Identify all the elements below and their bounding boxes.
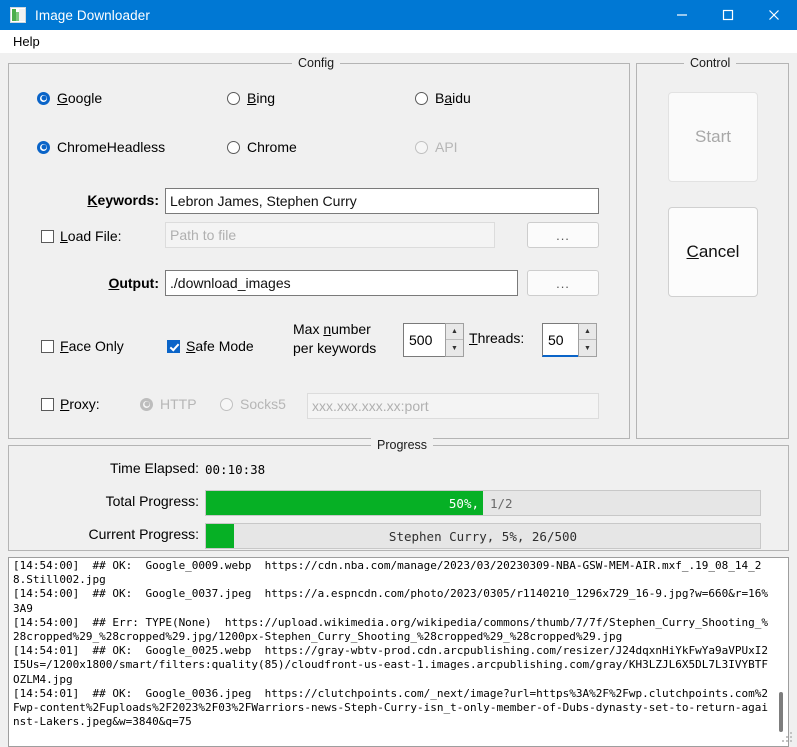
control-group-title: Control xyxy=(684,56,737,70)
threads-spinbox[interactable]: 50 ▲ ▼ xyxy=(542,323,597,357)
radio-google[interactable]: Google xyxy=(37,90,102,106)
menubar: Help xyxy=(0,30,797,53)
radio-chrome-label: Chrome xyxy=(247,139,297,155)
output-input[interactable]: ./download_images xyxy=(165,270,518,296)
max-number-spin-arrows[interactable]: ▲ ▼ xyxy=(445,323,464,357)
radio-dot-icon xyxy=(415,91,428,105)
radio-dot-icon xyxy=(37,140,50,154)
max-number-label: Max number per keywords xyxy=(293,321,377,356)
load-file-checkbox[interactable]: Load File: xyxy=(41,228,122,244)
radio-proxy-socks5-label: Socks5 xyxy=(240,396,286,412)
config-group-title: Config xyxy=(292,56,341,70)
radio-dot-icon xyxy=(140,397,153,411)
radio-chromeheadless-label: ChromeHeadless xyxy=(57,139,166,155)
time-elapsed-value: 00:10:38 xyxy=(205,462,266,477)
start-button[interactable]: Start xyxy=(668,92,758,182)
checkbox-icon xyxy=(41,229,54,243)
total-progress-label: Total Progress: xyxy=(105,493,199,509)
radio-baidu-label: Baidu xyxy=(435,90,471,106)
radio-google-label: Google xyxy=(57,90,103,106)
load-file-input[interactable]: Path to file xyxy=(165,222,495,248)
image-icon xyxy=(10,7,26,23)
log-scrollbar-thumb[interactable] xyxy=(779,692,783,732)
total-progress-count: 1/2 xyxy=(490,495,513,511)
current-progress-text: Stephen Curry, 5%, 26/500 xyxy=(388,528,578,544)
radio-chrome[interactable]: Chrome xyxy=(227,139,297,155)
load-file-browse-button[interactable]: ... xyxy=(527,222,599,248)
threads-value[interactable]: 50 xyxy=(542,323,578,357)
radio-dot-icon xyxy=(227,140,240,154)
minimize-button[interactable] xyxy=(659,0,705,30)
keywords-input[interactable]: Lebron James, Stephen Curry xyxy=(165,188,599,214)
radio-dot-icon xyxy=(227,91,240,105)
radio-proxy-http: HTTP xyxy=(140,396,197,412)
spin-up-icon[interactable]: ▲ xyxy=(579,324,596,340)
proxy-input: xxx.xxx.xxx.xx:port xyxy=(307,393,599,419)
radio-baidu[interactable]: Baidu xyxy=(415,90,471,106)
proxy-label: Proxy: xyxy=(60,396,100,412)
control-group: Control Start Cancel xyxy=(636,56,789,439)
spin-up-icon[interactable]: ▲ xyxy=(446,324,463,340)
close-button[interactable] xyxy=(751,0,797,30)
radio-dot-icon xyxy=(220,397,233,411)
menu-item-help[interactable]: Help xyxy=(8,32,45,51)
radio-api-label: API xyxy=(435,139,458,155)
threads-spin-arrows[interactable]: ▲ ▼ xyxy=(578,323,597,357)
radio-proxy-socks5: Socks5 xyxy=(220,396,286,412)
face-only-checkbox[interactable]: Face Only xyxy=(41,338,124,354)
window-title: Image Downloader xyxy=(35,7,150,23)
radio-bing[interactable]: Bing xyxy=(227,90,275,106)
log-panel[interactable]: [14:54:00] ## OK: Google_0009.webp https… xyxy=(8,557,789,747)
total-progress-bar: 50%, 1/2 xyxy=(205,490,761,516)
max-number-value[interactable]: 500 xyxy=(403,323,445,357)
threads-label: Threads: xyxy=(469,330,525,346)
max-number-spinbox[interactable]: 500 ▲ ▼ xyxy=(403,323,464,357)
output-label: Output: xyxy=(108,275,159,291)
face-only-label: Face Only xyxy=(60,338,124,354)
current-progress-bar: Stephen Curry, 5%, 26/500 xyxy=(205,523,761,549)
spin-down-icon[interactable]: ▼ xyxy=(446,340,463,356)
progress-group-title: Progress xyxy=(371,438,434,452)
workspace: Config Google Bing Baidu ChromeHeadless … xyxy=(0,53,797,747)
progress-group: Progress Time Elapsed: 00:10:38 Total Pr… xyxy=(8,438,789,551)
output-browse-button[interactable]: ... xyxy=(527,270,599,296)
cancel-button-label: Cancel xyxy=(686,242,740,261)
checkbox-icon xyxy=(167,339,180,353)
cancel-button[interactable]: Cancel xyxy=(668,207,758,297)
safe-mode-checkbox[interactable]: Safe Mode xyxy=(167,338,254,354)
time-elapsed-label: Time Elapsed: xyxy=(110,460,199,476)
total-progress-percent: 50%, xyxy=(448,495,479,511)
current-progress-label: Current Progress: xyxy=(88,526,199,542)
log-text: [14:54:00] ## OK: Google_0009.webp https… xyxy=(13,559,768,729)
radio-bing-label: Bing xyxy=(247,90,276,106)
checkbox-icon xyxy=(41,339,54,353)
config-group: Config Google Bing Baidu ChromeHeadless … xyxy=(8,56,630,439)
load-file-label: Load File: xyxy=(60,228,122,244)
spin-down-icon[interactable]: ▼ xyxy=(579,340,596,356)
radio-api: API xyxy=(415,139,458,155)
checkbox-icon xyxy=(41,397,54,411)
window-titlebar: Image Downloader xyxy=(0,0,797,30)
radio-proxy-http-label: HTTP xyxy=(160,396,197,412)
safe-mode-label: Safe Mode xyxy=(186,338,254,354)
resize-grip-icon[interactable] xyxy=(780,730,794,744)
radio-chromeheadless[interactable]: ChromeHeadless xyxy=(37,139,165,155)
log-scrollbar[interactable] xyxy=(772,558,788,746)
radio-dot-icon xyxy=(37,91,50,105)
keywords-label: Keywords: xyxy=(87,192,159,208)
radio-dot-icon xyxy=(415,140,428,154)
maximize-button[interactable] xyxy=(705,0,751,30)
proxy-checkbox[interactable]: Proxy: xyxy=(41,396,100,412)
